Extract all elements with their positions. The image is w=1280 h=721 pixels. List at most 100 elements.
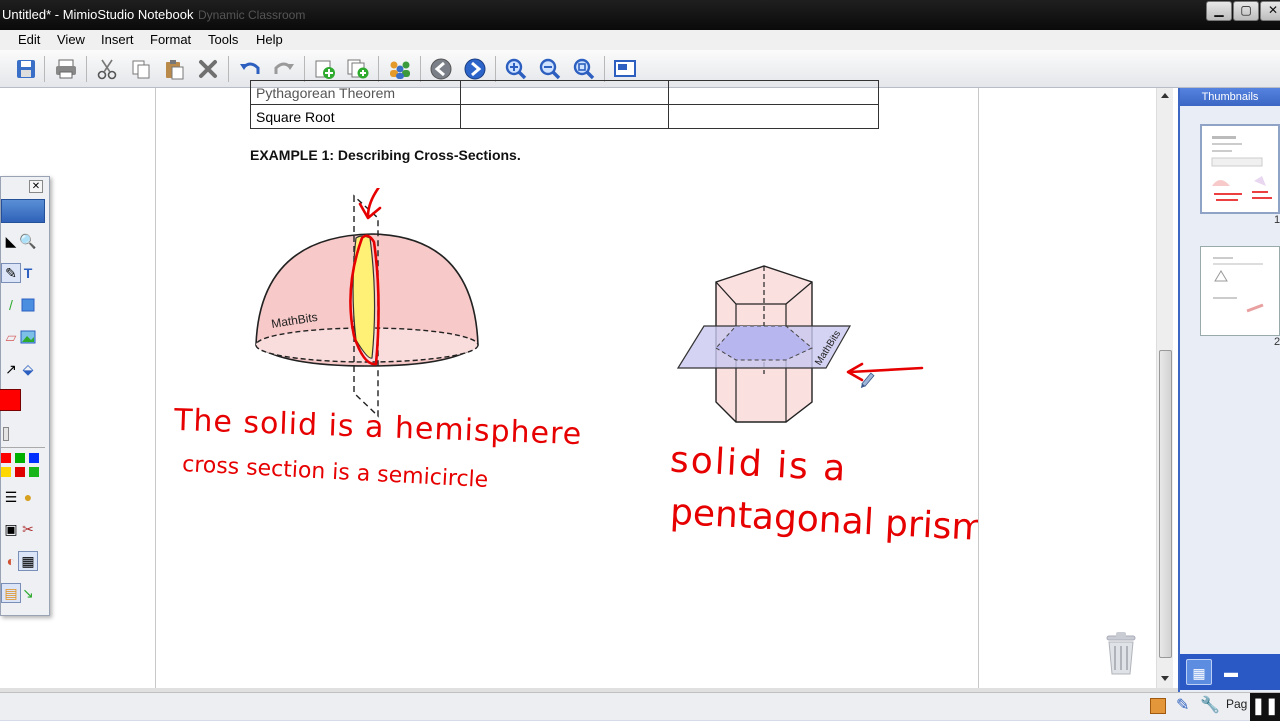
image-icon[interactable] (18, 327, 38, 347)
pause-icon[interactable]: ❚❚ (1250, 693, 1280, 721)
import-icon[interactable]: ↘ (18, 583, 38, 603)
prism-figure[interactable]: MathBits (676, 264, 936, 424)
page-number: 1 (1274, 214, 1280, 226)
menu-edit[interactable]: Edit (18, 32, 40, 47)
page-status-label: Pag (1226, 697, 1248, 711)
thumbnails-tab-icon[interactable]: ▦ (1186, 659, 1212, 685)
redo-icon[interactable] (270, 55, 298, 83)
window-title: Untitled* - MimioStudio Notebook (2, 7, 194, 22)
ink-arrow (846, 362, 924, 382)
ink-note-left-line2: cross section is a semicircle (181, 452, 489, 493)
table-cell: Square Root (250, 104, 461, 129)
paste-icon[interactable] (160, 55, 188, 83)
table-cell (668, 104, 879, 129)
tools-icon[interactable]: ✂ (18, 519, 38, 539)
table-cell: Pythagorean Theorem (250, 80, 461, 105)
palette-swatch[interactable] (1, 453, 11, 463)
scroll-down-icon[interactable] (1161, 676, 1169, 681)
status-star-icon[interactable] (1150, 698, 1166, 714)
toolbar-separator (86, 56, 87, 82)
toolbar-separator (228, 56, 229, 82)
ink-note-left-line1: The solid is a hemisphere (173, 402, 583, 453)
palette-close-icon[interactable]: ✕ (29, 180, 43, 193)
ink-arrow (358, 188, 382, 220)
right-gutter (978, 88, 1156, 688)
example-heading: EXAMPLE 1: Describing Cross-Sections. (250, 147, 521, 163)
scrollbar-thumb[interactable] (1159, 350, 1172, 658)
folder-tab-icon[interactable]: ▬ (1218, 659, 1244, 685)
delete-icon[interactable] (194, 55, 222, 83)
zoom-fit-icon[interactable] (570, 55, 598, 83)
background-window-title: Dynamic Classroom (198, 8, 306, 22)
current-color-swatch[interactable] (0, 389, 21, 411)
notebook-page[interactable]: Pythagorean Theorem Square Root EXAMPLE … (156, 80, 988, 688)
palette-swatch[interactable] (1, 467, 11, 477)
line-width-slider[interactable] (3, 427, 9, 441)
table-cell (460, 80, 669, 105)
document-table: Pythagorean Theorem Square Root (250, 80, 879, 129)
menu-insert[interactable]: Insert (101, 32, 134, 47)
copy-icon[interactable] (127, 55, 155, 83)
title-bar: Untitled* - MimioStudio Notebook Dynamic… (0, 0, 1280, 30)
pen-icon[interactable]: ✎ (1176, 695, 1189, 715)
rectangle-icon[interactable] (18, 295, 38, 315)
previous-page-icon[interactable] (427, 55, 455, 83)
toolbar-separator (420, 56, 421, 82)
cut-icon[interactable] (93, 55, 121, 83)
toolbar-separator (604, 56, 605, 82)
print-icon[interactable] (52, 55, 80, 83)
table-row: Square Root (250, 104, 879, 129)
palette-swatch[interactable] (15, 467, 25, 477)
undo-icon[interactable] (236, 55, 264, 83)
vertical-scrollbar[interactable] (1156, 88, 1173, 688)
minimize-button[interactable]: ▁ (1206, 1, 1232, 21)
pen-cursor-icon (860, 372, 875, 389)
wrench-icon[interactable]: 🔧 (1200, 695, 1220, 715)
text-tool-icon[interactable]: T (18, 263, 38, 283)
zoom-out-icon[interactable] (536, 55, 564, 83)
palette-divider (1, 447, 45, 448)
trash-icon[interactable] (1103, 630, 1139, 676)
palette-pen-preview (1, 199, 45, 223)
table-cell (460, 104, 669, 129)
menu-bar: Edit View Insert Format Tools Help (0, 30, 1280, 50)
hemisphere-figure[interactable]: MathBits (252, 188, 484, 423)
save-icon[interactable] (12, 55, 40, 83)
menu-format[interactable]: Format (150, 32, 191, 47)
toolbar-separator (495, 56, 496, 82)
toolbar-separator (304, 56, 305, 82)
fill-icon[interactable]: ⬙ (18, 359, 38, 379)
thumbnails-panel: Thumbnails 1 2 ▦ ▬ (1178, 88, 1280, 692)
menu-view[interactable]: View (57, 32, 85, 47)
maximize-button[interactable]: ▢ (1233, 1, 1259, 21)
close-button[interactable]: ✕ (1260, 1, 1280, 21)
spotlight-icon[interactable]: ▦ (18, 551, 38, 571)
status-bar: ✎ 🔧 Pag ❚❚ (0, 692, 1280, 721)
ink-note-right-line1: solid is a (669, 439, 849, 490)
menu-help[interactable]: Help (256, 32, 283, 47)
workspace: Pythagorean Theorem Square Root EXAMPLE … (0, 80, 1178, 688)
next-page-icon[interactable] (461, 55, 489, 83)
page-number: 2 (1274, 336, 1280, 348)
speech-bubble-icon[interactable]: ● (18, 487, 38, 507)
users-icon[interactable] (386, 55, 414, 83)
zoom-in-icon[interactable] (502, 55, 530, 83)
table-cell (668, 80, 879, 105)
palette-swatch[interactable] (29, 467, 39, 477)
page-thumbnail[interactable] (1200, 124, 1280, 214)
menu-tools[interactable]: Tools (208, 32, 238, 47)
zoom-icon[interactable]: 🔍 (18, 231, 38, 251)
duplicate-page-icon[interactable] (344, 55, 372, 83)
table-row: Pythagorean Theorem (250, 80, 879, 105)
palette-swatch[interactable] (15, 453, 25, 463)
scroll-up-icon[interactable] (1161, 93, 1169, 98)
toolbar-separator (378, 56, 379, 82)
tools-palette: ✕ ◣ 🔍 ✎ T / ▱ ↗ ⬙ ☰ ● ▣ ✂ ◐ ▦ ▤ ↘ (0, 176, 50, 616)
new-page-icon[interactable] (311, 55, 339, 83)
page-thumbnail[interactable] (1200, 246, 1280, 336)
screen-icon[interactable] (611, 55, 639, 83)
toolbar-separator (44, 56, 45, 82)
palette-swatch[interactable] (29, 453, 39, 463)
ink-note-right-line2: pentagonal prism (669, 491, 988, 550)
thumbnails-header: Thumbnails (1180, 88, 1280, 106)
